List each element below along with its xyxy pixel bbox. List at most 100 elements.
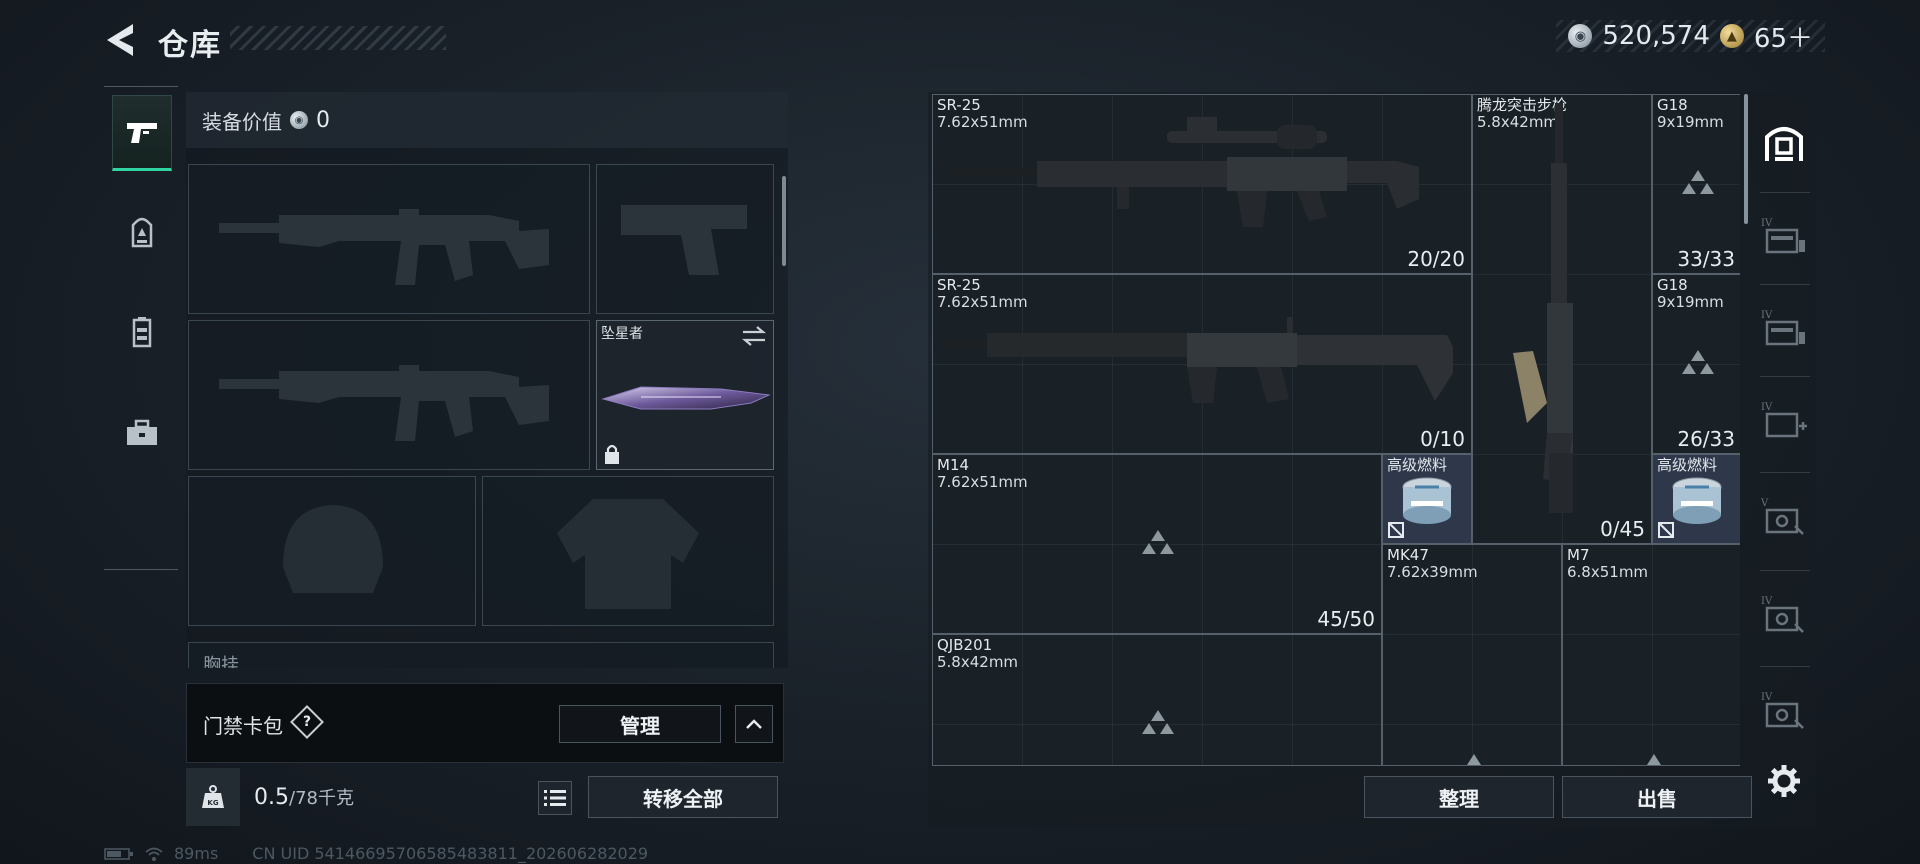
svg-text:KG: KG: [207, 799, 218, 807]
stash-item[interactable]: 高级燃料: [1652, 454, 1740, 544]
item-name: SR-25: [937, 276, 981, 294]
sell-button[interactable]: 出售: [1562, 776, 1752, 818]
case-storage-icon: IV: [1761, 596, 1804, 633]
equipment-value-header: 装备价值 ◉ 0: [186, 92, 788, 148]
helmet-slot[interactable]: [188, 476, 476, 626]
item-name: M7: [1567, 546, 1590, 564]
weight-display: 0.5/78千克: [254, 784, 354, 810]
stash-item[interactable]: 腾龙突击步枪 5.8x42mm 0/45: [1472, 94, 1652, 544]
tab-weapons[interactable]: [112, 95, 172, 171]
back-button[interactable]: [100, 18, 140, 62]
armor-silhouette-icon: [557, 499, 699, 609]
vest-icon: [132, 317, 152, 348]
pistol-slot[interactable]: [596, 164, 774, 314]
status-bar: 89ms CN UID 54146695706585483811_2026062…: [104, 844, 648, 863]
tab-storage-7[interactable]: IV: [1756, 670, 1812, 750]
user-uid: CN UID 54146695706585483811_202606282029: [252, 844, 649, 863]
stash-item[interactable]: SR-25 7.62x51mm 0/10: [932, 274, 1472, 454]
stash-item[interactable]: G18 9x19mm 33/33: [1652, 94, 1740, 274]
svg-text:IV: IV: [1761, 692, 1773, 703]
backpack-icon: [131, 217, 153, 248]
manage-button[interactable]: 管理: [559, 705, 721, 743]
lock-icon: [605, 444, 619, 464]
tab-storage-main[interactable]: [1756, 104, 1812, 184]
stash-item[interactable]: G18 9x19mm 26/33: [1652, 274, 1740, 454]
tab-toolbox[interactable]: [112, 395, 172, 471]
tab-storage-4[interactable]: IV: [1756, 380, 1812, 460]
helmet-silhouette-icon: [283, 505, 383, 593]
back-arrow-icon: [107, 24, 133, 56]
collapse-button[interactable]: [735, 705, 773, 743]
rifle-silhouette-icon: [219, 209, 549, 285]
item-name: QJB201: [937, 636, 993, 654]
svg-text:IV: IV: [1761, 596, 1773, 607]
settings-button[interactable]: [1756, 744, 1812, 818]
rifle-icon: [947, 317, 1453, 403]
fuel-can-icon: [1402, 477, 1452, 524]
list-icon: [544, 790, 566, 806]
no-insure-icon: [1658, 522, 1674, 538]
stash-item[interactable]: SR-25 7.62x51mm 20/20: [932, 94, 1472, 274]
primary-weapon-slot-2[interactable]: [188, 320, 590, 470]
assault-rifle-icon: [1513, 103, 1573, 513]
stash-item[interactable]: MK47 7.62x39mm: [1382, 544, 1562, 766]
gold-currency-value: 65＋: [1753, 23, 1813, 54]
no-insure-icon: [1388, 522, 1404, 538]
weight-current: 0.5: [254, 785, 289, 810]
silver-currency-value: 520,574: [1602, 21, 1710, 51]
item-caliber: 9x19mm: [1657, 293, 1724, 311]
gold-coin-icon: ▲: [1719, 24, 1744, 48]
item-ammo-count: 33/33: [1677, 247, 1735, 271]
tab-backpack[interactable]: [112, 195, 172, 271]
tab-storage-5[interactable]: V: [1756, 476, 1812, 556]
ping-value: 89ms: [174, 844, 219, 863]
item-caliber: 9x19mm: [1657, 113, 1724, 131]
gear-icon: [1768, 765, 1800, 797]
item-caliber: 6.8x51mm: [1567, 563, 1649, 581]
pistol-placeholder-icon: [1682, 170, 1714, 194]
warehouse-icon: [1765, 127, 1803, 161]
rifle-silhouette-icon: [219, 365, 549, 441]
primary-weapon-slot-1[interactable]: [188, 164, 590, 314]
tab-storage-6[interactable]: IV: [1756, 574, 1812, 654]
pistol-placeholder-icon: [1682, 350, 1714, 374]
item-caliber: 7.62x39mm: [1387, 563, 1478, 581]
item-ammo-count: 20/20: [1407, 247, 1465, 271]
weapon-placeholder-icon: [1647, 754, 1661, 765]
transfer-all-button[interactable]: 转移全部: [588, 776, 778, 818]
stash-item[interactable]: 高级燃料: [1382, 454, 1472, 544]
stash-item[interactable]: M7 6.8x51mm: [1562, 544, 1740, 766]
equipment-value-label: 装备价值: [202, 109, 282, 134]
item-name: G18: [1657, 96, 1688, 114]
toolbox-icon: [127, 419, 157, 445]
tab-storage-3[interactable]: IV: [1756, 288, 1812, 368]
wifi-icon: [145, 847, 163, 861]
chest-rig-slot[interactable]: 胸挂: [188, 642, 774, 668]
item-ammo-count: 26/33: [1677, 427, 1735, 451]
equipment-value: 0: [316, 107, 330, 133]
knife-icon: [601, 386, 771, 410]
equipment-panel: 装备价值 ◉ 0 坠星者 胸挂: [186, 92, 788, 668]
tab-storage-2[interactable]: IV: [1756, 196, 1812, 276]
help-icon[interactable]: ?: [290, 705, 324, 739]
case-storage-icon: V: [1761, 498, 1804, 535]
item-ammo-count: 0/45: [1600, 517, 1645, 541]
item-name: G18: [1657, 276, 1688, 294]
list-view-button[interactable]: [538, 781, 572, 815]
equipment-scrollbar[interactable]: [782, 176, 786, 266]
weight-icon: KG: [186, 768, 240, 826]
pistol-silhouette-icon: [621, 205, 747, 275]
stash-item[interactable]: M14 7.62x51mm 45/50: [932, 454, 1382, 634]
stash-scrollbar[interactable]: [1744, 94, 1748, 224]
swap-icon[interactable]: [741, 325, 767, 347]
melee-slot[interactable]: 坠星者: [596, 320, 774, 470]
sort-button[interactable]: 整理: [1364, 776, 1554, 818]
silver-coin-icon: ◉: [290, 111, 308, 129]
tab-vest[interactable]: [112, 295, 172, 371]
stash-item[interactable]: QJB201 5.8x42mm: [932, 634, 1382, 766]
weight-row: KG 0.5/78千克 转移全部: [186, 768, 784, 826]
armor-slot[interactable]: [482, 476, 774, 626]
access-card-bar: 门禁卡包 ? 管理: [186, 683, 784, 763]
battery-icon: [104, 847, 133, 860]
svg-text:IV: IV: [1761, 218, 1773, 229]
